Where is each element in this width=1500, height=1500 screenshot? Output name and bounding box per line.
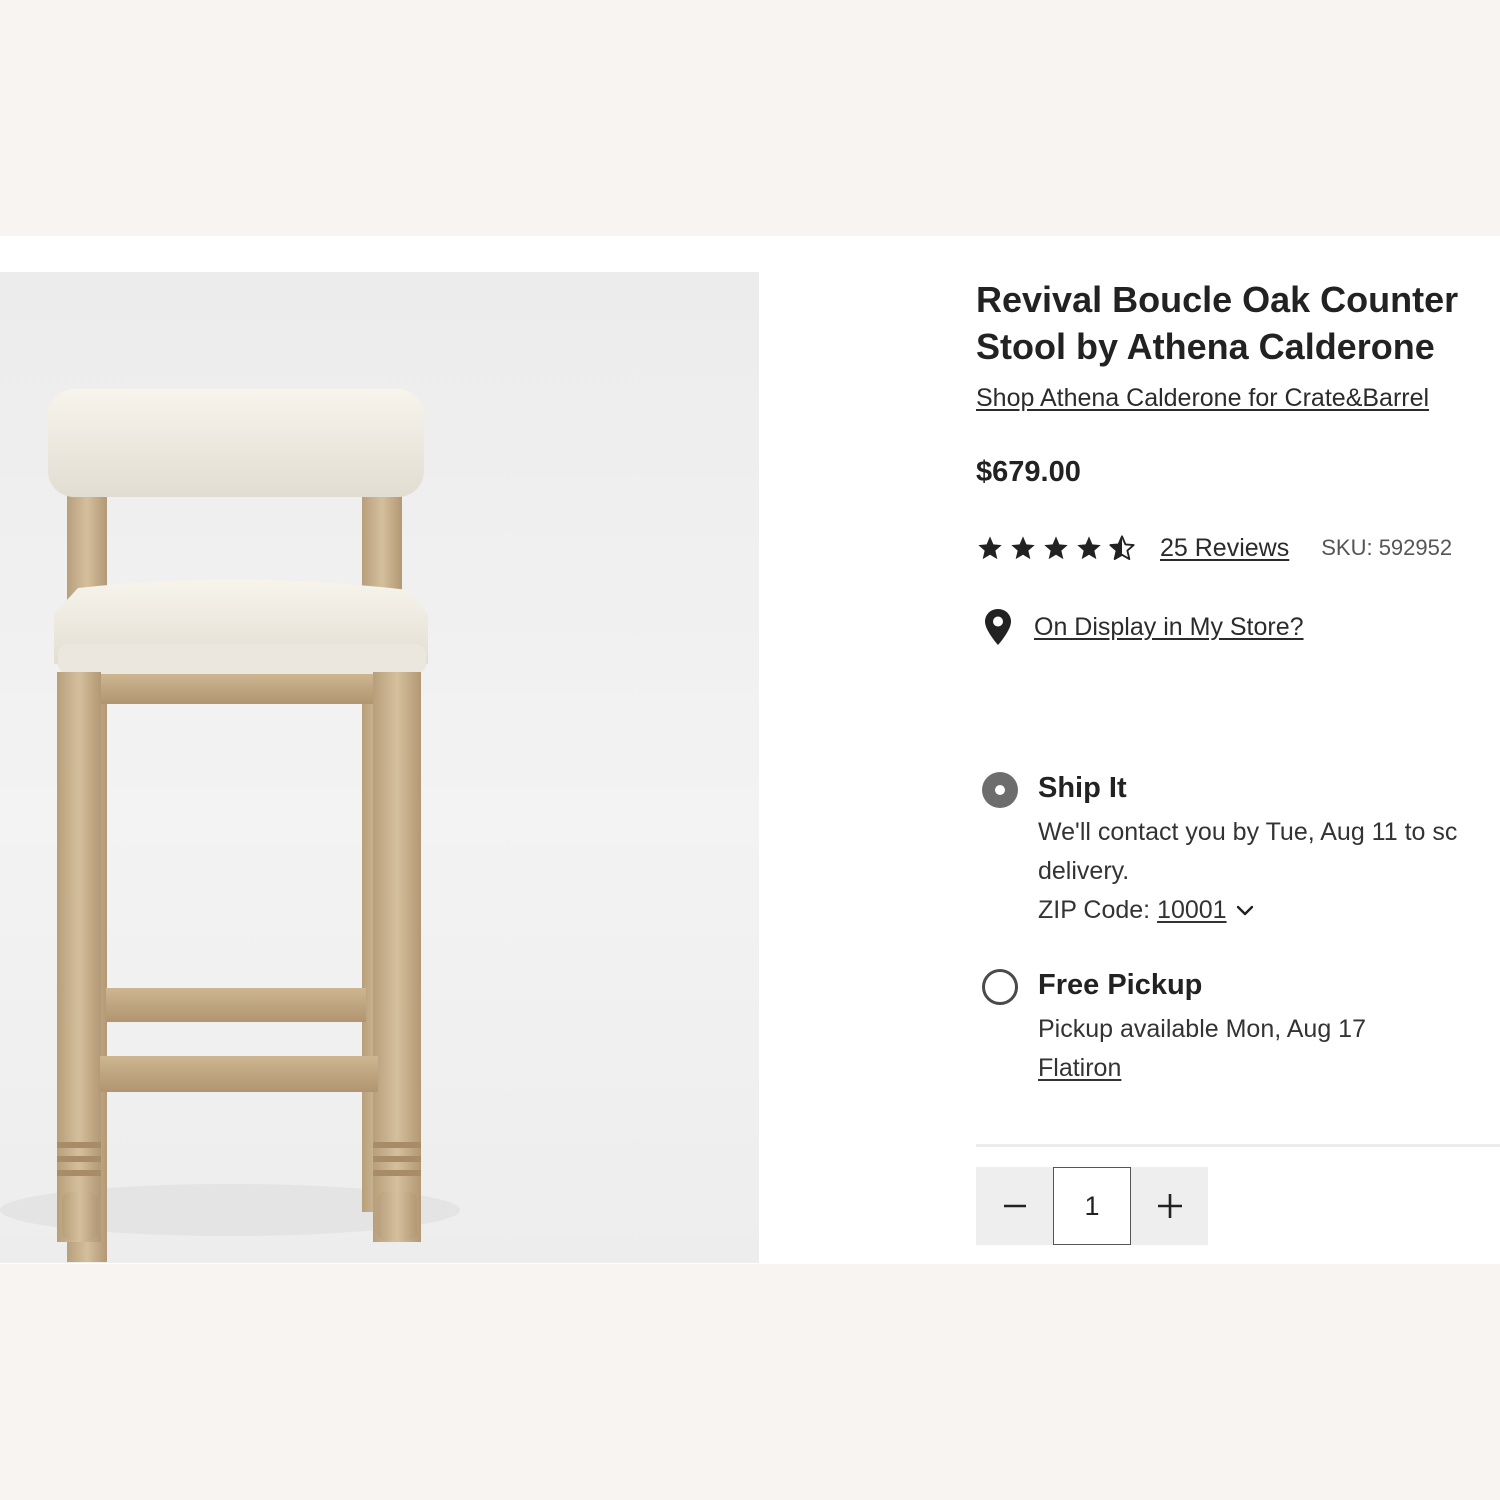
ship-it-message: We'll contact you by Tue, Aug 11 to sc <box>1038 818 1458 846</box>
designer-shop-link[interactable]: Shop Athena Calderone for Crate&Barrel <box>976 384 1429 413</box>
product-image[interactable] <box>0 272 759 1263</box>
product-panel: Revival Boucle Oak Counter Stool by Athe… <box>0 236 1500 1264</box>
counter-stool-illustration <box>0 389 460 1262</box>
sku-label: SKU: 592952 <box>1321 535 1453 560</box>
ship-it-message-cont: delivery. <box>1038 857 1130 885</box>
zip-code-label: ZIP Code: <box>1038 896 1158 924</box>
star-full-icon <box>1044 536 1068 560</box>
product-info: Revival Boucle Oak Counter Stool by Athe… <box>976 236 1500 1264</box>
increase-quantity-button[interactable] <box>1131 1167 1208 1245</box>
quantity-stepper <box>976 1167 1208 1245</box>
ship-it-radio[interactable] <box>982 772 1018 808</box>
pickup-availability: Pickup available Mon, Aug 17 <box>1038 1015 1366 1043</box>
section-divider <box>976 1144 1500 1147</box>
minus-icon <box>1003 1204 1026 1208</box>
free-pickup-radio[interactable] <box>982 969 1018 1005</box>
product-price: $679.00 <box>976 456 1081 488</box>
star-full-icon <box>1011 536 1035 560</box>
product-title: Revival Boucle Oak Counter Stool by Athe… <box>976 279 1459 367</box>
star-full-icon <box>1077 536 1101 560</box>
rating-row: 25 Reviews SKU: 592952 <box>976 528 1452 568</box>
on-display-link[interactable]: On Display in My Store? <box>1034 613 1304 642</box>
free-pickup-title: Free Pickup <box>1038 969 1203 1001</box>
store-display-row: On Display in My Store? <box>976 606 1304 648</box>
star-half-icon <box>1109 535 1135 561</box>
zip-code-link[interactable]: 10001 <box>1157 896 1227 924</box>
location-pin-icon <box>985 609 1011 645</box>
zip-code-row: ZIP Code: 10001 <box>1038 896 1255 925</box>
decrease-quantity-button[interactable] <box>976 1167 1053 1245</box>
chevron-down-icon[interactable] <box>1235 904 1255 918</box>
ship-it-title: Ship It <box>1038 772 1127 804</box>
star-rating[interactable] <box>976 534 1136 562</box>
star-full-icon <box>978 536 1002 560</box>
quantity-input[interactable] <box>1053 1167 1131 1245</box>
pickup-store-link[interactable]: Flatiron <box>1038 1054 1121 1083</box>
plus-icon <box>1157 1194 1182 1218</box>
reviews-link[interactable]: 25 Reviews <box>1160 534 1289 563</box>
